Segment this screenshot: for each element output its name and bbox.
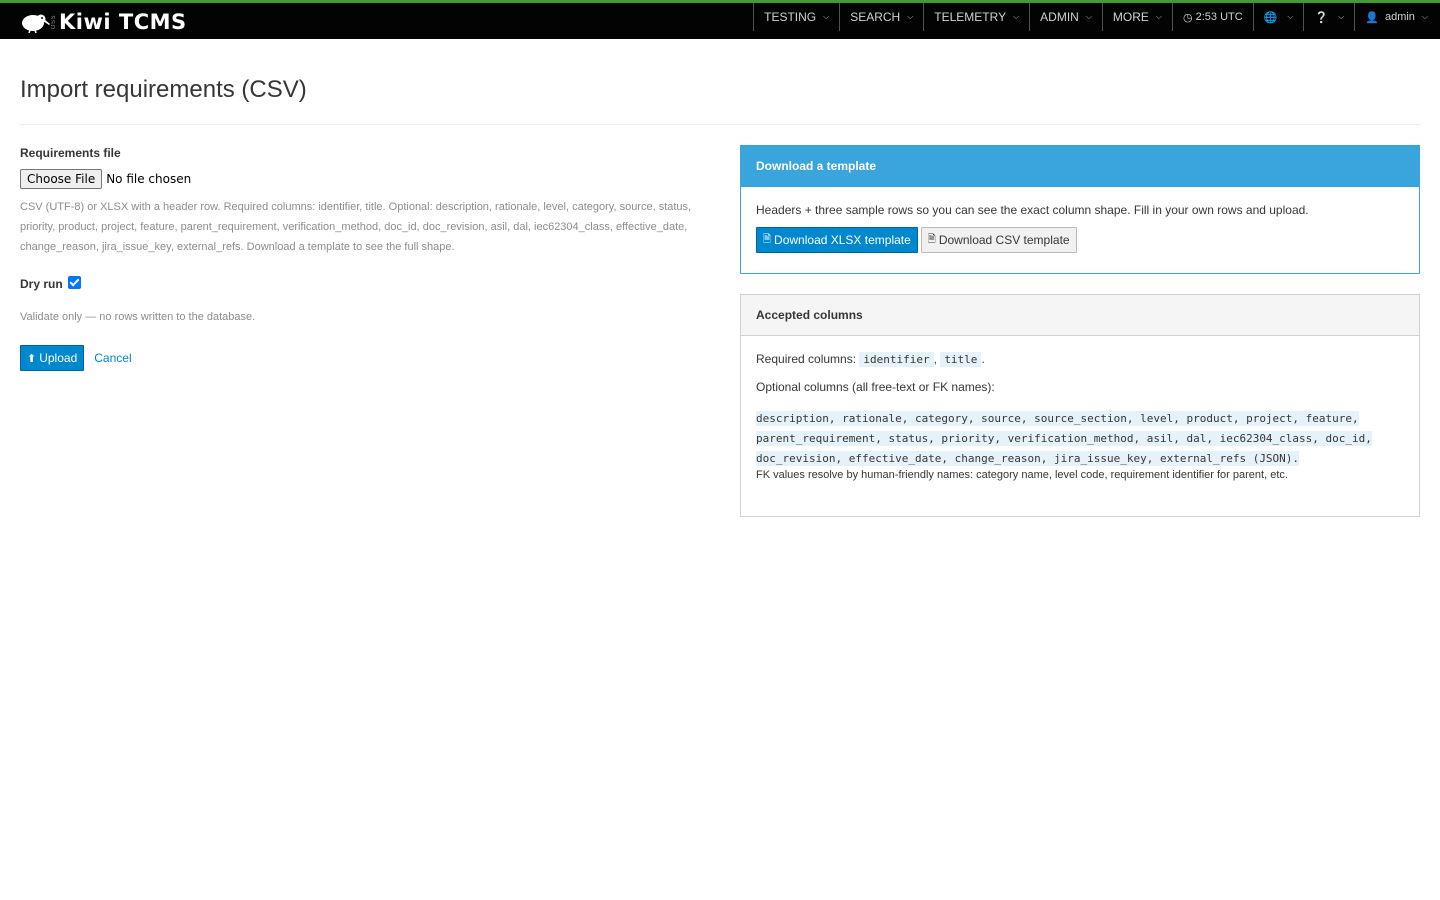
- columns-panel-heading: Accepted columns: [741, 295, 1419, 336]
- file-text-icon: 🗎: [927, 233, 936, 245]
- required-column: identifier: [859, 352, 934, 367]
- page-title: Import requirements (CSV): [20, 76, 307, 103]
- top-navbar: OSS Kiwi TCMS TESTING ⌵ SEARCH ⌵ TELEMETRY…: [0, 0, 1440, 39]
- user-icon: 👤: [1365, 11, 1379, 24]
- fk-note: FK values resolve by human-friendly name…: [756, 469, 1288, 481]
- form-actions: ⬆ Upload Cancel: [20, 345, 700, 371]
- nav-admin[interactable]: ADMIN ⌵: [1029, 3, 1102, 31]
- columns-panel: Accepted columns Required columns: ident…: [740, 294, 1420, 517]
- chevron-down-icon: ⌵: [1085, 12, 1092, 21]
- chevron-down-icon: ⌵: [1013, 12, 1020, 21]
- clock-icon: ◷: [1183, 11, 1193, 24]
- user-name: admin: [1384, 11, 1415, 23]
- brand-name: Kiwi TCMS: [59, 10, 187, 34]
- nav-clock: ◷ 2:53 UTC: [1172, 3, 1253, 31]
- clock-time: 2:53 UTC: [1195, 11, 1243, 23]
- globe-icon: 🌐: [1263, 11, 1278, 24]
- chevron-down-icon: ⌵: [1287, 12, 1294, 21]
- title-divider: [20, 124, 1420, 125]
- optional-columns-line: doc_revision, effective_date, change_rea…: [756, 451, 1300, 466]
- dry-run-checkbox[interactable]: [67, 275, 81, 289]
- download-csv-label: Download CSV template: [938, 233, 1070, 247]
- file-label: Requirements file: [20, 146, 121, 160]
- nav-language[interactable]: 🌐 ⌵: [1252, 3, 1304, 31]
- required-columns-line: Required columns: identifier, title.: [756, 352, 985, 367]
- download-xlsx-label: Download XLSX template: [774, 233, 911, 247]
- template-panel-text: Headers + three sample rows so you can s…: [756, 203, 1309, 217]
- columns-panel-body: Required columns: identifier, title. Opt…: [741, 336, 1419, 497]
- upload-icon: ⬆: [27, 352, 37, 365]
- optional-columns-line: description, rationale, category, source…: [756, 411, 1359, 426]
- nav-admin-label: ADMIN: [1040, 10, 1079, 24]
- dry-run-help-text: Validate only — no rows written to the d…: [20, 311, 256, 323]
- file-input[interactable]: Choose File No file chosen: [20, 169, 700, 189]
- brand-tag: OSS: [51, 14, 57, 30]
- nav-telemetry[interactable]: TELEMETRY ⌵: [923, 3, 1029, 31]
- download-xlsx-button[interactable]: 🗎 Download XLSX template: [756, 227, 918, 253]
- chevron-down-icon: ⌵: [823, 12, 830, 21]
- question-circle-icon: ❔: [1314, 11, 1329, 24]
- upload-label: Upload: [39, 351, 78, 365]
- optional-prefix: Optional columns (all free-text or FK na…: [756, 380, 995, 394]
- template-panel: Download a template Headers + three samp…: [740, 145, 1420, 274]
- chevron-down-icon: ⌵: [907, 12, 914, 21]
- optional-columns-line: parent_requirement, status, priority, ve…: [756, 431, 1372, 446]
- dry-run-label: Dry run: [20, 277, 63, 291]
- dry-run-row: Dry run: [20, 275, 700, 291]
- nav-search-label: SEARCH: [850, 10, 901, 24]
- upload-button[interactable]: ⬆ Upload: [20, 345, 85, 371]
- template-buttons: 🗎 Download XLSX template 🗎 Download CSV …: [756, 227, 1404, 253]
- cancel-link[interactable]: Cancel: [94, 351, 131, 365]
- brand[interactable]: OSS Kiwi TCMS: [20, 10, 187, 34]
- nav-user[interactable]: 👤 admin ⌵: [1354, 3, 1440, 31]
- chevron-down-icon: ⌵: [1338, 12, 1345, 21]
- chevron-down-icon: ⌵: [1421, 12, 1428, 21]
- file-help-text: CSV (UTF-8) or XLSX with a header row. R…: [20, 201, 692, 253]
- chevron-down-icon: ⌵: [1155, 12, 1162, 21]
- file-status: No file chosen: [106, 172, 192, 186]
- nav-search[interactable]: SEARCH ⌵: [839, 3, 923, 31]
- nav-telemetry-label: TELEMETRY: [934, 10, 1007, 24]
- template-panel-heading: Download a template: [741, 146, 1419, 187]
- choose-file-button[interactable]: Choose File: [20, 169, 103, 189]
- nav-more-label: MORE: [1112, 10, 1149, 24]
- required-column: title: [940, 352, 982, 367]
- file-excel-icon: 🗎: [763, 233, 772, 245]
- optional-columns: description, rationale, category, source…: [756, 409, 1404, 469]
- nav-testing[interactable]: TESTING ⌵: [753, 3, 839, 31]
- nav-testing-label: TESTING: [764, 10, 817, 24]
- kiwi-bird-icon: [22, 14, 50, 33]
- download-csv-button[interactable]: 🗎 Download CSV template: [920, 227, 1077, 253]
- required-prefix: Required columns:: [756, 352, 857, 366]
- nav-menu: TESTING ⌵ SEARCH ⌵ TELEMETRY ⌵ ADMIN ⌵ MORE ⌵…: [753, 3, 1440, 39]
- import-form: Requirements file Choose File No file ch…: [20, 146, 700, 371]
- nav-more[interactable]: MORE ⌵: [1101, 3, 1172, 31]
- template-panel-body: Headers + three sample rows so you can s…: [741, 187, 1419, 269]
- nav-help[interactable]: ❔ ⌵: [1303, 3, 1354, 31]
